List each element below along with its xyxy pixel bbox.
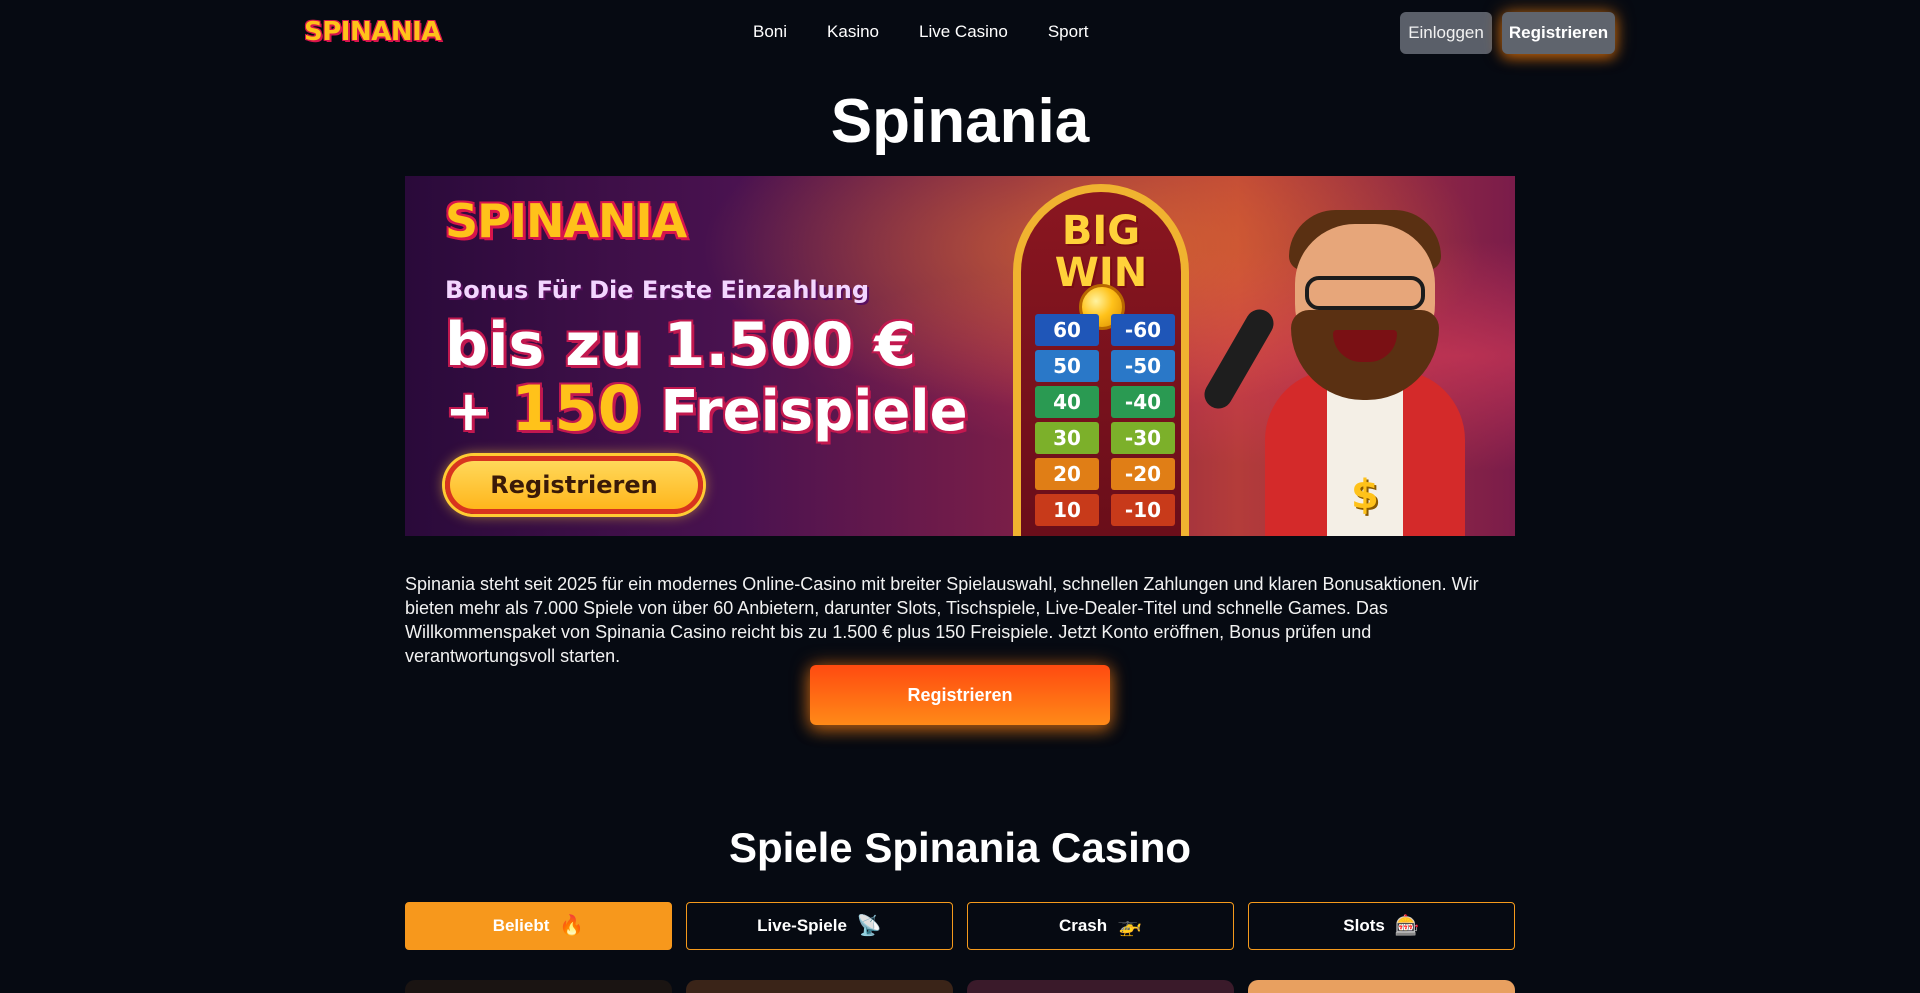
intro-text: Spinania steht seit 2025 für ein moderne… xyxy=(405,574,1479,666)
big-win-title: BIG WIN xyxy=(1021,210,1181,294)
game-card-row xyxy=(405,980,1515,993)
tab-label: Slots xyxy=(1343,916,1385,935)
spinania-logo[interactable]: SPINANIA xyxy=(304,14,441,50)
fire-icon: 🔥 xyxy=(559,915,585,937)
main-nav: Boni Kasino Live Casino Sport xyxy=(753,0,1088,64)
machine-cell: 50 xyxy=(1035,350,1099,382)
banner-register-button[interactable]: Registrieren xyxy=(445,456,703,514)
mascot-glasses xyxy=(1305,276,1425,310)
tab-crash[interactable]: Crash 🚁 xyxy=(967,902,1234,950)
tab-beliebt[interactable]: Beliebt 🔥 xyxy=(405,902,672,950)
machine-cell: 30 xyxy=(1035,422,1099,454)
tab-slots[interactable]: Slots 🎰 xyxy=(1248,902,1515,950)
tab-live-spiele[interactable]: Live-Spiele 📡 xyxy=(686,902,953,950)
mascot-illustration: $ xyxy=(1199,200,1505,536)
nav-live-casino[interactable]: Live Casino xyxy=(919,22,1008,42)
site-header: SPINANIA Boni Kasino Live Casino Sport E… xyxy=(0,0,1920,64)
machine-cell: -50 xyxy=(1111,350,1175,382)
banner-free-spins: + 150 Freispiele xyxy=(445,376,968,445)
games-section-title: Spiele Spinania Casino xyxy=(728,824,1192,871)
game-card[interactable] xyxy=(967,980,1234,993)
microphone-icon xyxy=(1199,304,1279,414)
tab-label: Beliebt xyxy=(492,916,550,935)
machine-cell: -40 xyxy=(1111,386,1175,418)
spins-number: 150 xyxy=(511,372,641,445)
machine-cell: 40 xyxy=(1035,386,1099,418)
spins-label: Freispiele xyxy=(660,379,968,444)
register-button-header[interactable]: Registrieren xyxy=(1502,12,1615,54)
game-category-tabs: Beliebt 🔥 Live-Spiele 📡 Crash 🚁 Slots 🎰 xyxy=(405,902,1515,950)
machine-cell: 20 xyxy=(1035,458,1099,490)
machine-column-left: 60 50 40 30 20 10 xyxy=(1035,314,1099,526)
banner-subtitle: Bonus Für Die Erste Einzahlung xyxy=(445,276,870,304)
logo-text: SPINANIA xyxy=(304,17,441,47)
page-title: Spinania xyxy=(830,87,1090,156)
game-card[interactable] xyxy=(686,980,953,993)
big-win-machine: BIG WIN 60 50 40 30 20 10 -60 -50 -40 -30 -20 -10 xyxy=(1013,184,1189,536)
dollar-pendant: $ xyxy=(1351,472,1379,518)
helicopter-icon: 🚁 xyxy=(1117,915,1143,937)
game-card[interactable] xyxy=(1248,980,1515,993)
tab-label: Live-Spiele xyxy=(757,916,847,935)
tab-label: Crash xyxy=(1058,916,1108,935)
live-icon: 📡 xyxy=(856,915,882,937)
machine-cell: -10 xyxy=(1111,494,1175,526)
slot-machine-icon: 🎰 xyxy=(1394,915,1420,937)
game-card[interactable] xyxy=(405,980,672,993)
nav-kasino[interactable]: Kasino xyxy=(827,22,879,42)
machine-cell: -60 xyxy=(1111,314,1175,346)
nav-boni[interactable]: Boni xyxy=(753,22,787,42)
login-button[interactable]: Einloggen xyxy=(1400,12,1492,54)
big-win-line-1: BIG xyxy=(1061,208,1141,254)
promo-banner[interactable]: SPINANIA Bonus Für Die Erste Einzahlung … xyxy=(405,176,1515,536)
machine-column-right: -60 -50 -40 -30 -20 -10 xyxy=(1111,314,1175,526)
register-button-main[interactable]: Registrieren xyxy=(810,665,1110,725)
machine-cell: -20 xyxy=(1111,458,1175,490)
nav-sport[interactable]: Sport xyxy=(1048,22,1089,42)
spins-prefix: + xyxy=(445,379,492,444)
banner-logo: SPINANIA xyxy=(445,194,687,248)
machine-cell: -30 xyxy=(1111,422,1175,454)
machine-cell: 60 xyxy=(1035,314,1099,346)
machine-cell: 10 xyxy=(1035,494,1099,526)
banner-bonus-amount: bis zu 1.500 € xyxy=(445,310,917,380)
